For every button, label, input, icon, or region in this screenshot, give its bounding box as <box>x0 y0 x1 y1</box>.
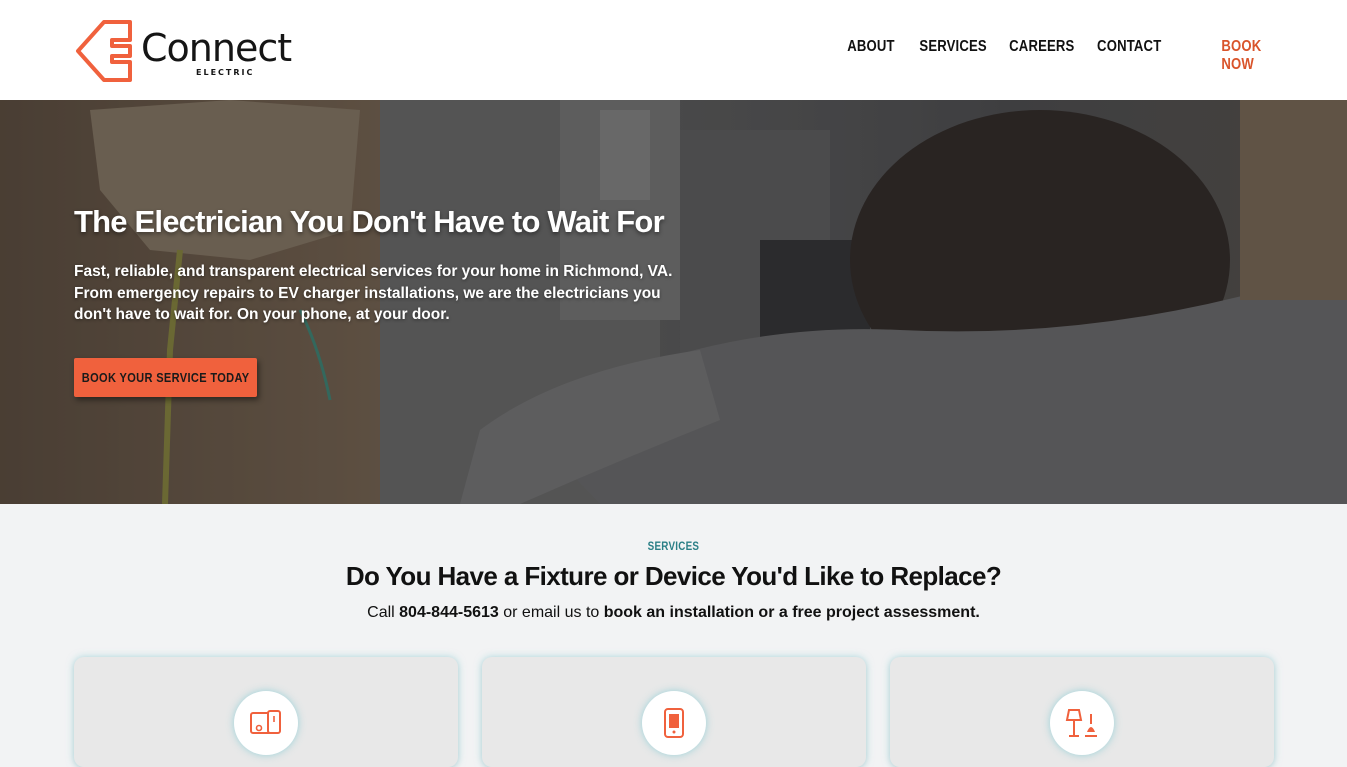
services-subtitle: Call 804-844-5613 or email us to book an… <box>0 604 1347 622</box>
service-card[interactable] <box>890 657 1274 767</box>
lamp-icon <box>1050 691 1114 755</box>
nav-services-link[interactable]: SERVICES <box>919 38 986 56</box>
nav-book-now-link[interactable]: BOOK NOW <box>1222 38 1262 74</box>
book-assessment-link[interactable]: book an installation or a free project a… <box>604 604 980 621</box>
service-card[interactable] <box>74 657 458 767</box>
services-title: Do You Have a Fixture or Device You'd Li… <box>345 561 1002 591</box>
phone-link[interactable]: 804-844-5613 <box>399 604 499 621</box>
nav-contact-link[interactable]: CONTACT <box>1097 38 1161 56</box>
logo-subtext: ELECTRIC <box>196 68 255 77</box>
site-header: Connect ELECTRIC ABOUT SERVICES CAREERS … <box>0 0 1347 100</box>
hero-title: The Electrician You Don't Have to Wait F… <box>74 204 665 239</box>
service-card[interactable] <box>482 657 866 767</box>
logo-mark-icon <box>76 20 132 82</box>
services-eyebrow: SERVICES <box>647 539 700 553</box>
services-sub-call: Call <box>367 604 400 621</box>
nav-about-link[interactable]: ABOUT <box>847 38 894 56</box>
logo-wordmark: Connect <box>141 26 292 70</box>
hero-description: Fast, reliable, and transparent electric… <box>74 263 673 323</box>
nav-careers-link[interactable]: CAREERS <box>1010 38 1075 56</box>
hero-section: The Electrician You Don't Have to Wait F… <box>0 100 1347 504</box>
services-sub-mid: or email us to <box>498 604 604 621</box>
service-cards <box>74 657 1276 767</box>
devices-icon <box>234 691 298 755</box>
book-service-button-label: BOOK YOUR SERVICE TODAY <box>81 370 250 385</box>
logo[interactable]: Connect ELECTRIC <box>74 16 324 86</box>
book-service-button[interactable]: BOOK YOUR SERVICE TODAY <box>74 358 257 397</box>
tablet-icon <box>642 691 706 755</box>
